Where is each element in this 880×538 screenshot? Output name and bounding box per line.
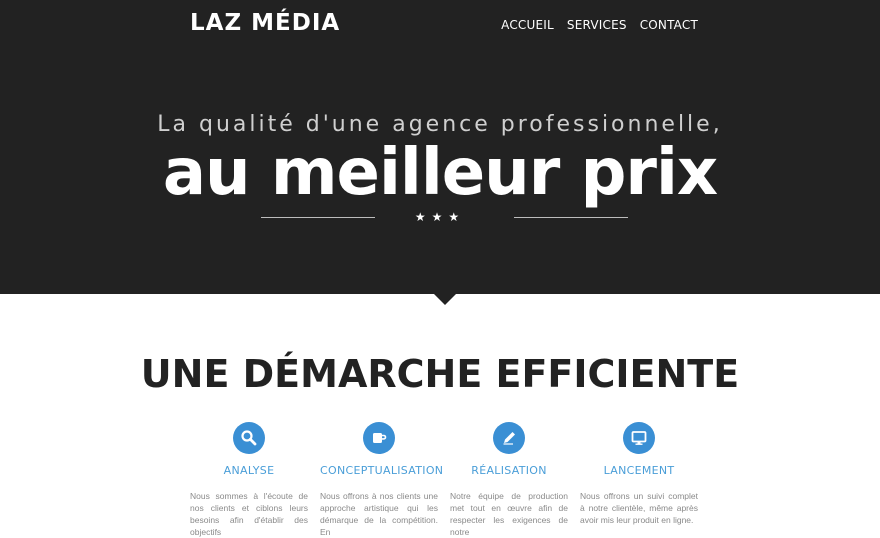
main-nav: ACCUEIL SERVICES CONTACT [501, 18, 698, 32]
feature-realisation: RÉALISATION Notre équipe de production m… [450, 422, 568, 538]
logo[interactable]: LAZ MÉDIA [190, 10, 340, 36]
stars-ornament: ★★★ [414, 210, 466, 224]
feature-lancement: LANCEMENT Nous offrons un suivi complet … [580, 422, 698, 538]
section-arrow [434, 294, 456, 305]
feature-text: Notre équipe de production met tout en œ… [450, 491, 568, 537]
nav-item-services[interactable]: SERVICES [567, 18, 627, 32]
pencil-icon [493, 422, 525, 454]
section-title: UNE DÉMARCHE EFFICIENTE [140, 352, 740, 396]
monitor-icon [623, 422, 655, 454]
feature-title: CONCEPTUALISATION [320, 464, 444, 477]
hero-section: LAZ MÉDIA ACCUEIL SERVICES CONTACT La qu… [0, 0, 880, 294]
mug-icon [363, 422, 395, 454]
nav-item-accueil[interactable]: ACCUEIL [501, 18, 554, 32]
feature-conceptualisation: CONCEPTUALISATION Nous offrons à nos cli… [320, 422, 444, 538]
feature-title: RÉALISATION [471, 464, 547, 477]
hero-tagline: La qualité d'une agence professionnelle, [157, 112, 723, 137]
feature-text: Nous offrons un suivi complet à notre cl… [580, 491, 698, 525]
feature-title: LANCEMENT [603, 464, 675, 477]
feature-text: Nous sommes à l'écoute de nos clients et… [190, 491, 308, 537]
feature-text: Nous offrons à nos clients une approche … [320, 491, 438, 537]
features-row: ANALYSE Nous sommes à l'écoute de nos cl… [190, 422, 698, 538]
divider-right [514, 217, 628, 218]
search-icon [233, 422, 265, 454]
feature-analyse: ANALYSE Nous sommes à l'écoute de nos cl… [190, 422, 308, 538]
hero-headline: au meilleur prix [162, 136, 718, 210]
feature-title: ANALYSE [223, 464, 275, 477]
nav-item-contact[interactable]: CONTACT [640, 18, 698, 32]
